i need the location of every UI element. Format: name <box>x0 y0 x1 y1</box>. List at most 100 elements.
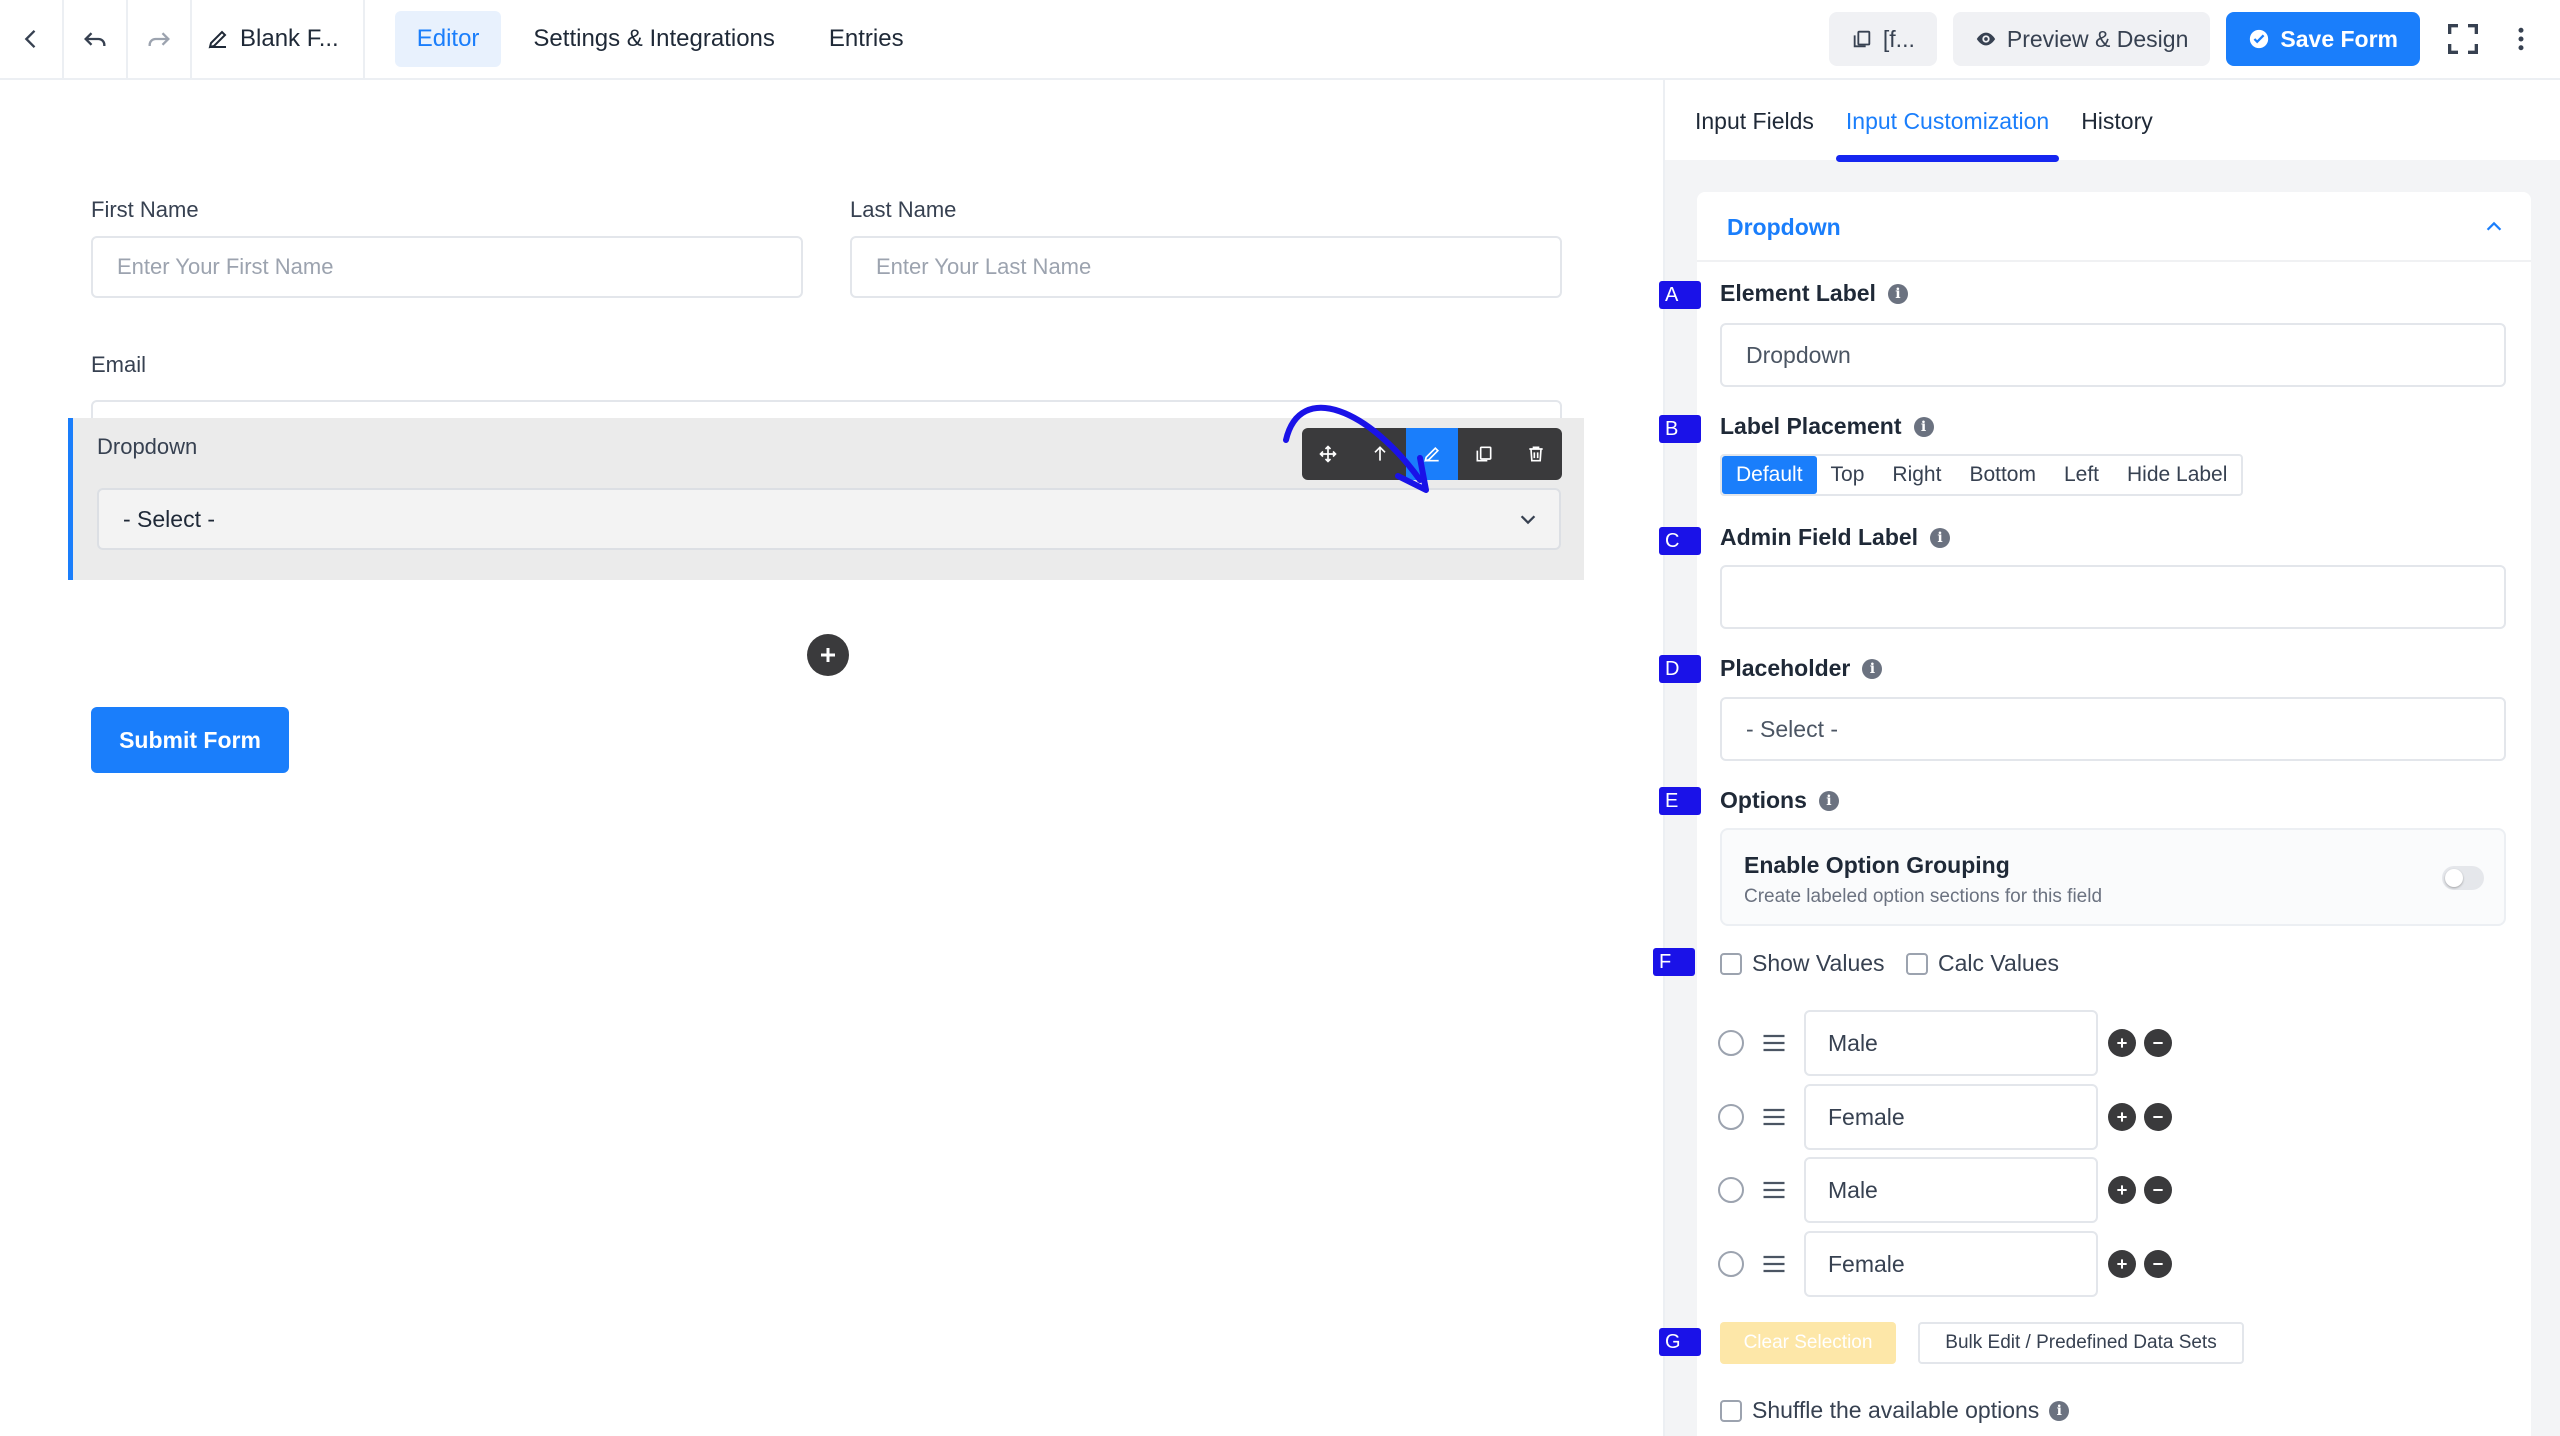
add-option-button[interactable] <box>2108 1029 2136 1057</box>
info-icon: i <box>1913 416 1934 437</box>
element-label-heading: Element Label i <box>1720 280 1908 307</box>
info-icon: i <box>1818 790 1839 811</box>
back-button[interactable] <box>0 0 64 78</box>
info-icon: i <box>2049 1400 2070 1421</box>
tab-input-fields[interactable]: Input Fields <box>1679 80 1830 160</box>
form-title-text: Blank F... <box>240 25 339 52</box>
minus-icon <box>2153 1263 2163 1265</box>
copy-icon <box>1853 30 1871 48</box>
element-label-text: Element Label <box>1720 280 1876 306</box>
save-form-button[interactable]: Save Form <box>2226 12 2420 66</box>
placeholder-input[interactable]: - Select - <box>1720 697 2506 761</box>
save-label: Save Form <box>2280 25 2398 52</box>
calc-values-checkbox[interactable]: Calc Values <box>1906 950 2059 977</box>
fullscreen-icon <box>2448 24 2478 54</box>
submit-form-button[interactable]: Submit Form <box>91 707 289 773</box>
fullscreen-button[interactable] <box>2436 12 2490 66</box>
undo-button[interactable] <box>64 0 128 78</box>
shuffle-options-checkbox[interactable]: Shuffle the available options i <box>1720 1397 2070 1424</box>
label-placement-options: Default Top Right Bottom Left Hide Label <box>1720 454 2244 496</box>
checkbox-icon <box>1720 952 1742 975</box>
remove-option-button[interactable] <box>2144 1029 2172 1057</box>
add-option-button[interactable] <box>2108 1103 2136 1131</box>
element-label-input[interactable]: Dropdown <box>1720 323 2506 387</box>
option-label-input[interactable]: Male <box>1804 1010 2098 1076</box>
show-values-checkbox[interactable]: Show Values <box>1720 950 1885 977</box>
chevron-up-icon <box>2486 221 2502 231</box>
top-bar: Blank F... Editor Settings & Integration… <box>0 0 2560 80</box>
list-item: Female <box>1718 1231 2172 1297</box>
redo-button[interactable] <box>128 0 192 78</box>
card-title: Dropdown <box>1727 214 1841 240</box>
add-field-button[interactable] <box>807 634 849 676</box>
placement-default[interactable]: Default <box>1722 456 1817 494</box>
card-header[interactable]: Dropdown <box>1697 192 2531 262</box>
tab-editor[interactable]: Editor <box>394 11 502 67</box>
add-option-button[interactable] <box>2108 1250 2136 1278</box>
chevron-down-icon <box>1520 515 1536 525</box>
placement-top[interactable]: Top <box>1817 456 1879 494</box>
option-label-input[interactable]: Female <box>1804 1084 2098 1150</box>
checkbox-icon <box>1720 1399 1742 1422</box>
more-menu-button[interactable] <box>2506 12 2536 66</box>
options-heading: Options i <box>1720 787 1839 814</box>
placement-hide-label[interactable]: Hide Label <box>2113 456 2241 494</box>
drag-handle-icon[interactable] <box>1760 1103 1788 1131</box>
first-name-input[interactable]: Enter Your First Name <box>91 236 803 298</box>
option-label-input[interactable]: Female <box>1804 1231 2098 1297</box>
shuffle-options-label: Shuffle the available options <box>1752 1397 2040 1423</box>
option-grouping-title: Enable Option Grouping <box>1744 852 2010 878</box>
preview-label: Preview & Design <box>2006 25 2189 52</box>
last-name-input[interactable]: Enter Your Last Name <box>850 236 1562 298</box>
options-text: Options <box>1720 787 1807 813</box>
calc-values-label: Calc Values <box>1938 950 2060 976</box>
clear-selection-button[interactable]: Clear Selection <box>1720 1322 1896 1364</box>
info-icon: i <box>1887 283 1908 304</box>
remove-option-button[interactable] <box>2144 1176 2172 1204</box>
shortcode-button[interactable]: [f... <box>1828 12 1937 66</box>
undo-icon <box>84 32 106 46</box>
tab-settings-integrations[interactable]: Settings & Integrations <box>511 11 796 67</box>
last-name-label: Last Name <box>850 197 957 222</box>
show-values-label: Show Values <box>1752 950 1885 976</box>
remove-option-button[interactable] <box>2144 1250 2172 1278</box>
drag-handle-icon[interactable] <box>1760 1029 1788 1057</box>
email-label: Email <box>91 352 147 377</box>
add-option-button[interactable] <box>2108 1176 2136 1204</box>
tab-entries[interactable]: Entries <box>807 11 926 67</box>
option-label-input[interactable]: Male <box>1804 1157 2098 1223</box>
marker-b: B <box>1659 415 1701 443</box>
delete-field-button[interactable] <box>1510 428 1562 480</box>
preview-design-button[interactable]: Preview & Design <box>1952 12 2211 66</box>
minus-icon <box>2153 1116 2163 1118</box>
placement-bottom[interactable]: Bottom <box>1955 456 2050 494</box>
marker-f: F <box>1653 948 1695 976</box>
default-option-radio[interactable] <box>1718 1104 1744 1130</box>
list-item: Female <box>1718 1084 2172 1150</box>
placement-left[interactable]: Left <box>2050 456 2113 494</box>
minus-icon <box>2153 1189 2163 1191</box>
eye-icon <box>1976 32 1996 46</box>
copy-icon <box>1476 446 1492 462</box>
duplicate-field-button[interactable] <box>1458 428 1510 480</box>
option-grouping-toggle[interactable] <box>2442 866 2484 890</box>
panel-tabs: Input Fields Input Customization History <box>1665 80 2560 162</box>
tab-input-customization[interactable]: Input Customization <box>1830 80 2065 162</box>
placement-right[interactable]: Right <box>1878 456 1955 494</box>
default-option-radio[interactable] <box>1718 1251 1744 1277</box>
top-actions: [f... Preview & Design Save Form <box>1828 0 2560 78</box>
plus-icon <box>2117 1112 2127 1122</box>
default-option-radio[interactable] <box>1718 1030 1744 1056</box>
default-option-radio[interactable] <box>1718 1177 1744 1203</box>
label-placement-text: Label Placement <box>1720 413 1902 439</box>
plus-icon <box>821 648 835 662</box>
tab-history[interactable]: History <box>2065 80 2169 160</box>
drag-handle-icon[interactable] <box>1760 1176 1788 1204</box>
minus-icon <box>2153 1042 2163 1044</box>
admin-label-text: Admin Field Label <box>1720 524 1919 550</box>
admin-label-input[interactable] <box>1720 565 2506 629</box>
form-title[interactable]: Blank F... <box>192 0 365 78</box>
drag-handle-icon[interactable] <box>1760 1250 1788 1278</box>
remove-option-button[interactable] <box>2144 1103 2172 1131</box>
bulk-edit-button[interactable]: Bulk Edit / Predefined Data Sets <box>1918 1322 2244 1364</box>
